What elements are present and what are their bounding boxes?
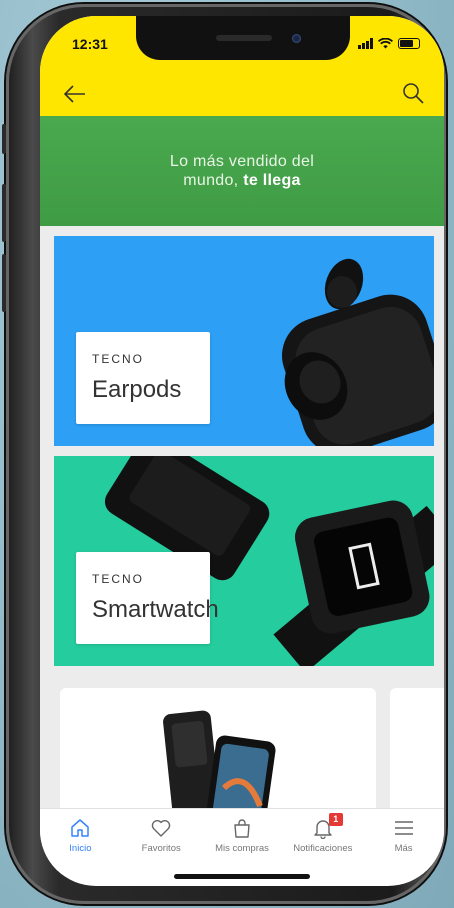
status-icons	[358, 36, 420, 50]
hero-banner: Lo más vendido del mundo, te llega	[40, 116, 444, 226]
smartwatch-title: Smartwatch	[92, 596, 219, 623]
tab-favoritos-label: Favoritos	[141, 843, 181, 854]
banner-earpods[interactable]: TECNO Earpods	[54, 236, 434, 446]
screen: 12:31 Lo más vendido del mundo, te llega…	[40, 16, 444, 886]
tab-notificaciones[interactable]: 1 Notificaciones	[282, 809, 363, 871]
notification-badge: 1	[328, 813, 343, 826]
tab-favoritos[interactable]: Favoritos	[121, 809, 202, 871]
home-indicator	[174, 874, 310, 879]
hero-line-2-bold: te llega	[243, 172, 301, 189]
earpods-tag-card: TECNO Earpods	[76, 332, 210, 424]
tab-notificaciones-label: Notificaciones	[293, 843, 353, 854]
tab-mas-label: Más	[394, 843, 413, 854]
status-time: 12:31	[72, 36, 108, 52]
bottom-tab-bar: Inicio Favoritos Mis compras 1 Notificac…	[40, 808, 444, 871]
heart-icon	[151, 820, 171, 837]
phone-frame: 12:31 Lo más vendido del mundo, te llega…	[2, 4, 446, 904]
home-icon	[71, 819, 90, 837]
tab-mis-compras[interactable]: Mis compras	[202, 809, 283, 871]
hero-line-2-prefix: mundo,	[183, 172, 244, 189]
tab-inicio[interactable]: Inicio	[40, 809, 121, 871]
signal-icon	[358, 37, 373, 49]
speaker	[216, 35, 272, 41]
content-area: TECNO Earpods TECNO Smartwatch	[40, 226, 444, 818]
earpods-title: Earpods	[92, 376, 182, 403]
notch	[136, 16, 350, 60]
app-bar	[40, 72, 444, 116]
front-camera	[292, 34, 301, 43]
banner-smartwatch[interactable]: TECNO Smartwatch	[54, 456, 434, 666]
tab-inicio-label: Inicio	[69, 843, 92, 854]
hero-line-1: Lo más vendido del	[169, 153, 315, 170]
tab-mis-compras-label: Mis compras	[215, 843, 269, 854]
menu-icon	[394, 821, 413, 835]
wifi-icon	[378, 37, 393, 48]
silent-switch	[2, 124, 6, 154]
product-carousel	[40, 672, 444, 818]
battery-icon	[398, 37, 420, 49]
status-bar: 12:31	[40, 16, 444, 72]
tab-mas[interactable]: Más	[363, 809, 444, 871]
product-card[interactable]	[60, 688, 376, 818]
product-card-partial[interactable]	[390, 688, 444, 818]
smartwatch-tag-card: TECNO Smartwatch	[76, 552, 219, 644]
phone-case-image	[163, 710, 276, 818]
smartwatch-category: TECNO	[92, 572, 144, 586]
back-arrow-icon[interactable]	[64, 84, 86, 104]
volume-up-button	[2, 184, 6, 242]
bag-icon	[234, 819, 250, 838]
earpods-category: TECNO	[92, 352, 144, 366]
search-icon[interactable]	[402, 82, 424, 104]
hero-line-2: mundo, te llega	[183, 171, 300, 190]
volume-down-button	[2, 254, 6, 312]
